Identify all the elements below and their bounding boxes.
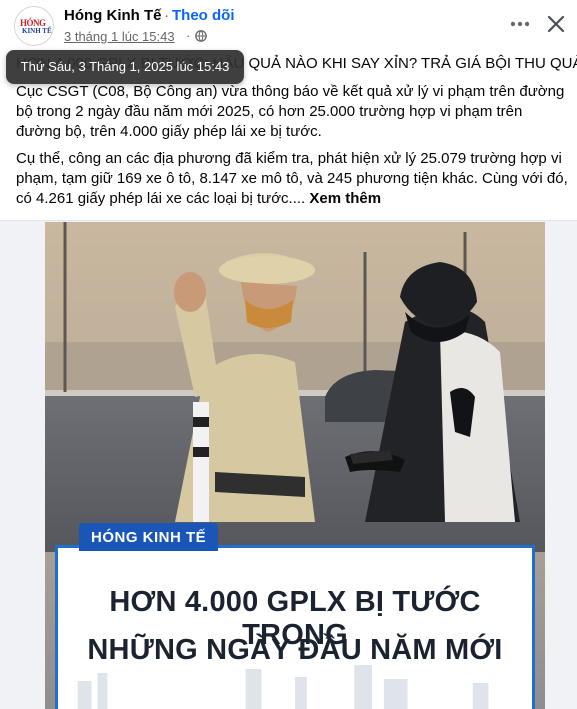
page-name[interactable]: Hóng Kinh Tế: [64, 7, 162, 24]
post-paragraph-2: Cụ thể, công an các địa phương đã kiểm t…: [16, 149, 570, 209]
headline-card: HƠN 4.000 GPLX BỊ TƯỚC TRONG NHỮNG NGÀY …: [55, 545, 535, 709]
timestamp-tooltip: Thứ Sáu, 3 Tháng 1, 2025 lúc 15:43: [6, 50, 244, 84]
timestamp-separator: ·: [186, 28, 191, 43]
avatar-logo-bottom: KINH TẾ: [22, 27, 52, 35]
post-timestamp[interactable]: 3 tháng 1 lúc 15:43: [64, 29, 175, 44]
globe-icon[interactable]: [195, 30, 207, 42]
brand-banner: HÓNG KINH TẾ: [79, 523, 219, 551]
post-paragraph-2-text: Cụ thể, công an các địa phương đã kiểm t…: [16, 150, 568, 207]
close-icon[interactable]: [542, 10, 570, 38]
post-paragraph-1: Cục CSGT (C08, Bộ Công an) vừa thông báo…: [16, 83, 565, 140]
see-more-link[interactable]: Xem thêm: [309, 190, 381, 207]
skyline-graphic: [77, 665, 489, 709]
follow-button[interactable]: Theo dõi: [172, 7, 235, 24]
page-avatar[interactable]: HÓNG KINH TẾ: [14, 6, 54, 46]
header-separator: ·: [164, 7, 169, 24]
facebook-post: HÓNG KINH TẾ Hóng Kinh Tế · Theo dõi 3 t…: [0, 0, 577, 709]
more-horizontal-icon[interactable]: [505, 10, 535, 38]
